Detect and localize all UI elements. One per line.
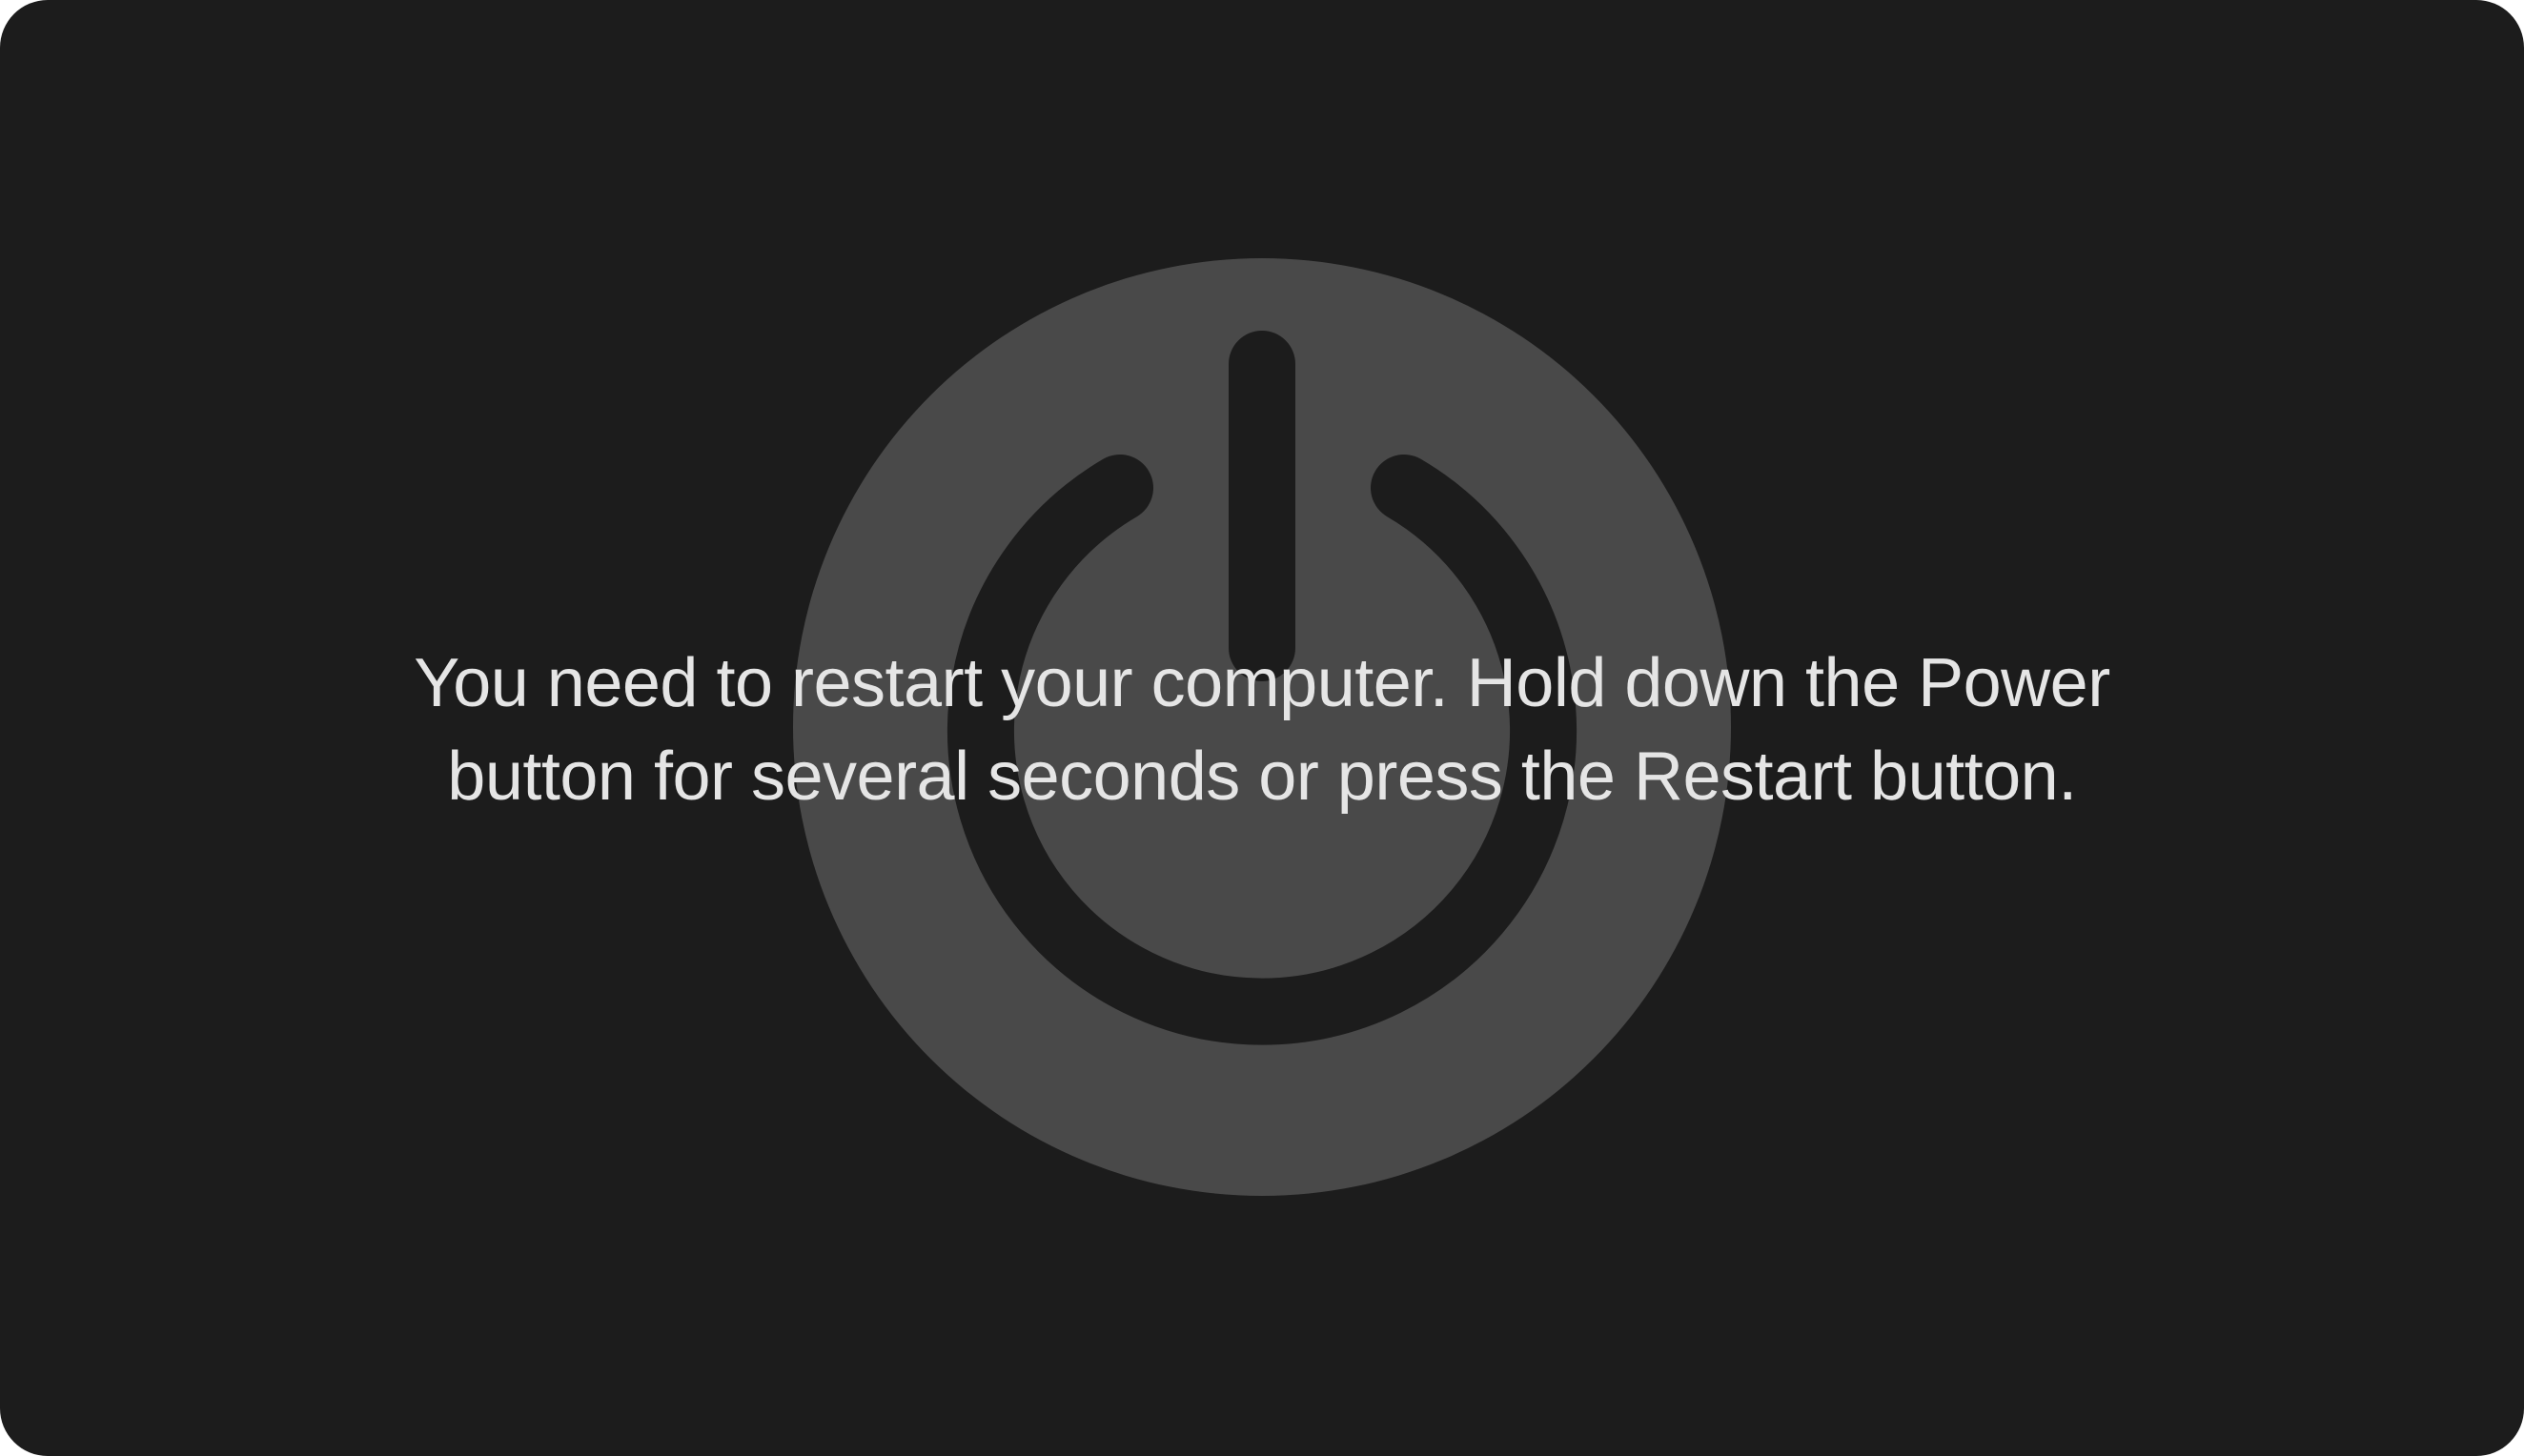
restart-screen: You need to restart your computer. Hold … bbox=[0, 0, 2524, 1456]
message-line-1: You need to restart your computer. Hold … bbox=[414, 645, 2110, 721]
restart-message: You need to restart your computer. Hold … bbox=[0, 637, 2524, 823]
message-line-2: button for several seconds or press the … bbox=[447, 738, 2077, 815]
